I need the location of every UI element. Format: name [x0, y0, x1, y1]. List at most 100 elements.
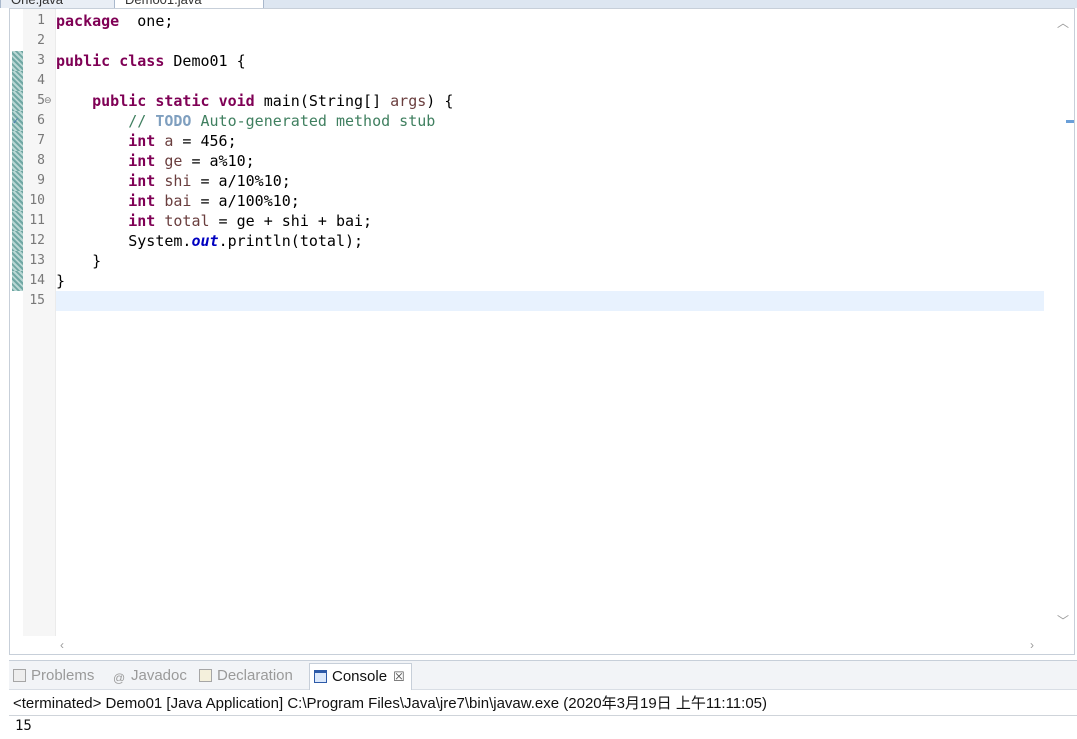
- code-token: a: [155, 132, 174, 150]
- code-token: int: [128, 172, 156, 190]
- console-status-line: <terminated> Demo01 [Java Application] C…: [13, 695, 767, 712]
- code-token: int: [128, 212, 156, 230]
- annotation-overview-mark[interactable]: [1066, 120, 1074, 123]
- code-token: ) {: [426, 92, 454, 110]
- code-token: }: [56, 272, 66, 290]
- quick-diff-change-bar: [12, 191, 23, 211]
- line-number: 7: [37, 133, 45, 148]
- editor-tab-one-java[interactable]: One.java: [0, 0, 124, 8]
- code-token: = ge + shi + bai;: [209, 212, 373, 230]
- quick-diff-change-bar: [12, 171, 23, 191]
- scroll-down-icon[interactable]: ﹀: [1057, 615, 1069, 627]
- editor-tab-demo01-java[interactable]: Demo01.java: [114, 0, 264, 8]
- console-icon: [314, 670, 327, 683]
- fold-collapse-icon[interactable]: ⊖: [44, 95, 52, 107]
- code-token: args: [390, 92, 427, 110]
- code-token: package: [56, 12, 120, 30]
- code-token: ge: [155, 152, 183, 170]
- quick-diff-change-bar: [12, 151, 23, 171]
- code-token: = 456;: [173, 132, 237, 150]
- line-number: 12: [29, 233, 45, 248]
- declaration-icon: [199, 669, 212, 682]
- code-token: shi: [155, 172, 192, 190]
- code-token: System.: [56, 232, 192, 250]
- console-output-area[interactable]: 15: [9, 715, 1077, 739]
- bottom-panel: Problems @ Javadoc Declaration Console ☒ <…: [9, 660, 1077, 737]
- line-number: 11: [29, 213, 45, 228]
- quick-diff-change-bar: [12, 131, 23, 151]
- code-token: int: [128, 192, 156, 210]
- code-line: int bai = a/100%10;: [56, 191, 300, 211]
- tab-declaration[interactable]: Declaration: [199, 663, 293, 689]
- code-token: static: [155, 92, 210, 110]
- line-number: 13: [29, 253, 45, 268]
- panel-tab-bar: Problems @ Javadoc Declaration Console ☒: [9, 661, 1077, 690]
- code-token: = a/10%10;: [191, 172, 291, 190]
- tab-problems-label: Problems: [31, 667, 95, 684]
- code-line: }: [56, 251, 101, 271]
- scroll-left-icon[interactable]: ‹: [60, 639, 64, 651]
- line-number: 6: [37, 113, 45, 128]
- code-line: System.out.println(total);: [56, 231, 363, 251]
- code-token: Demo01 {: [164, 52, 246, 70]
- code-token: Auto-generated method stub: [191, 112, 436, 130]
- code-line: int shi = a/10%10;: [56, 171, 291, 191]
- line-number: 15: [29, 293, 45, 308]
- quick-diff-change-bar: [12, 251, 23, 271]
- console-output-text: 15: [15, 718, 32, 734]
- code-line: }: [56, 271, 65, 291]
- code-token: //: [128, 112, 156, 130]
- code-token: public: [56, 52, 111, 70]
- tab-problems[interactable]: Problems: [13, 663, 94, 689]
- javadoc-icon: @: [113, 671, 126, 685]
- quick-diff-change-bar: [12, 231, 23, 251]
- tab-javadoc[interactable]: @ Javadoc: [113, 663, 187, 689]
- line-number: 4: [37, 73, 45, 88]
- task-marker-icon: ✓: [12, 116, 20, 126]
- current-line-highlight: [56, 291, 1044, 311]
- editor-tab-bar: One.java Demo01.java: [0, 0, 1077, 8]
- code-token: TODO: [155, 112, 192, 130]
- quick-diff-change-bar: [12, 91, 23, 111]
- code-token: out: [191, 232, 219, 250]
- code-line: int ge = a%10;: [56, 151, 255, 171]
- line-number: 9: [37, 173, 45, 188]
- code-line: // TODO Auto-generated method stub: [56, 111, 435, 131]
- tab-declaration-label: Declaration: [217, 667, 293, 684]
- tab-javadoc-label: Javadoc: [131, 667, 187, 684]
- problems-icon: [13, 669, 26, 682]
- quick-diff-change-bar: [12, 211, 23, 231]
- code-token: int: [128, 152, 156, 170]
- code-token: = a%10;: [182, 152, 255, 170]
- scroll-right-icon[interactable]: ›: [1030, 639, 1034, 651]
- code-token: total: [155, 212, 210, 230]
- code-token: }: [56, 252, 102, 270]
- horizontal-scrollbar[interactable]: ‹ ›: [56, 636, 1044, 654]
- vertical-scrollbar[interactable]: ︿ ﹀: [1044, 9, 1074, 636]
- line-number: 3: [37, 53, 45, 68]
- code-token: class: [119, 52, 165, 70]
- tab-console[interactable]: Console ☒: [309, 663, 412, 690]
- line-number: 10: [29, 193, 45, 208]
- code-area[interactable]: package one; public class Demo01 { public…: [56, 9, 1044, 636]
- code-token: .println(total);: [218, 232, 364, 250]
- code-line: public class Demo01 {: [56, 51, 246, 71]
- scroll-up-icon[interactable]: ︿: [1057, 17, 1069, 29]
- line-number: 14: [29, 273, 45, 288]
- close-icon[interactable]: ☒: [393, 669, 405, 684]
- line-number: 2: [37, 33, 45, 48]
- quick-diff-change-bar: [12, 51, 23, 71]
- code-token: = a/100%10;: [191, 192, 300, 210]
- java-editor[interactable]: 1 2 3 4 5 6 7 8 9 10 11 12 13 14 15 ⊖ ✓ package one; pu…: [9, 8, 1075, 655]
- code-token: bai: [155, 192, 192, 210]
- quick-diff-ruler: [10, 9, 23, 636]
